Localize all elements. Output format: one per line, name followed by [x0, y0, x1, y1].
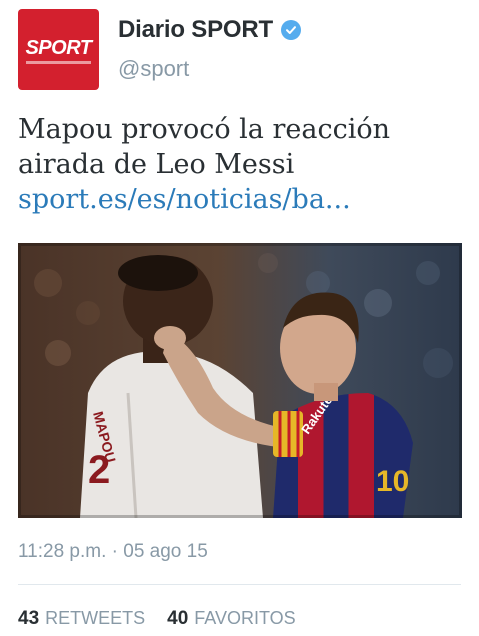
retweets-count[interactable]: 43	[18, 608, 39, 630]
tweet-photo[interactable]: MAPOU 2 Rakuten 10	[18, 243, 462, 518]
account-name-row: Diario SPORT	[118, 16, 301, 44]
favorites-label[interactable]: FAVORITOS	[194, 608, 295, 629]
tweet-timestamp[interactable]: 11:28 p.m. · 05 ago 15	[18, 541, 208, 563]
favorites-count[interactable]: 40	[167, 608, 188, 630]
tweet-body: Mapou provocó la reacción airada de Leo …	[18, 114, 390, 180]
display-name[interactable]: Diario SPORT	[118, 16, 273, 44]
account-avatar[interactable]: SPORT	[18, 9, 99, 90]
verified-badge-icon	[280, 20, 301, 40]
retweets-label[interactable]: RETWEETS	[45, 608, 145, 629]
photo-jersey-number: 2	[88, 448, 110, 492]
avatar-logo-text: SPORT	[25, 37, 92, 59]
account-handle[interactable]: @sport	[118, 56, 189, 82]
tweet-stats: 43 RETWEETS 40 FAVORITOS	[18, 608, 296, 630]
stats-divider	[18, 584, 461, 585]
tweet-link[interactable]: sport.es/es/noticias/ba...	[18, 184, 351, 215]
avatar-logo-stripe	[26, 61, 91, 64]
tweet-text: Mapou provocó la reacción airada de Leo …	[18, 112, 458, 217]
photo-shirt-number: 10	[376, 465, 409, 498]
